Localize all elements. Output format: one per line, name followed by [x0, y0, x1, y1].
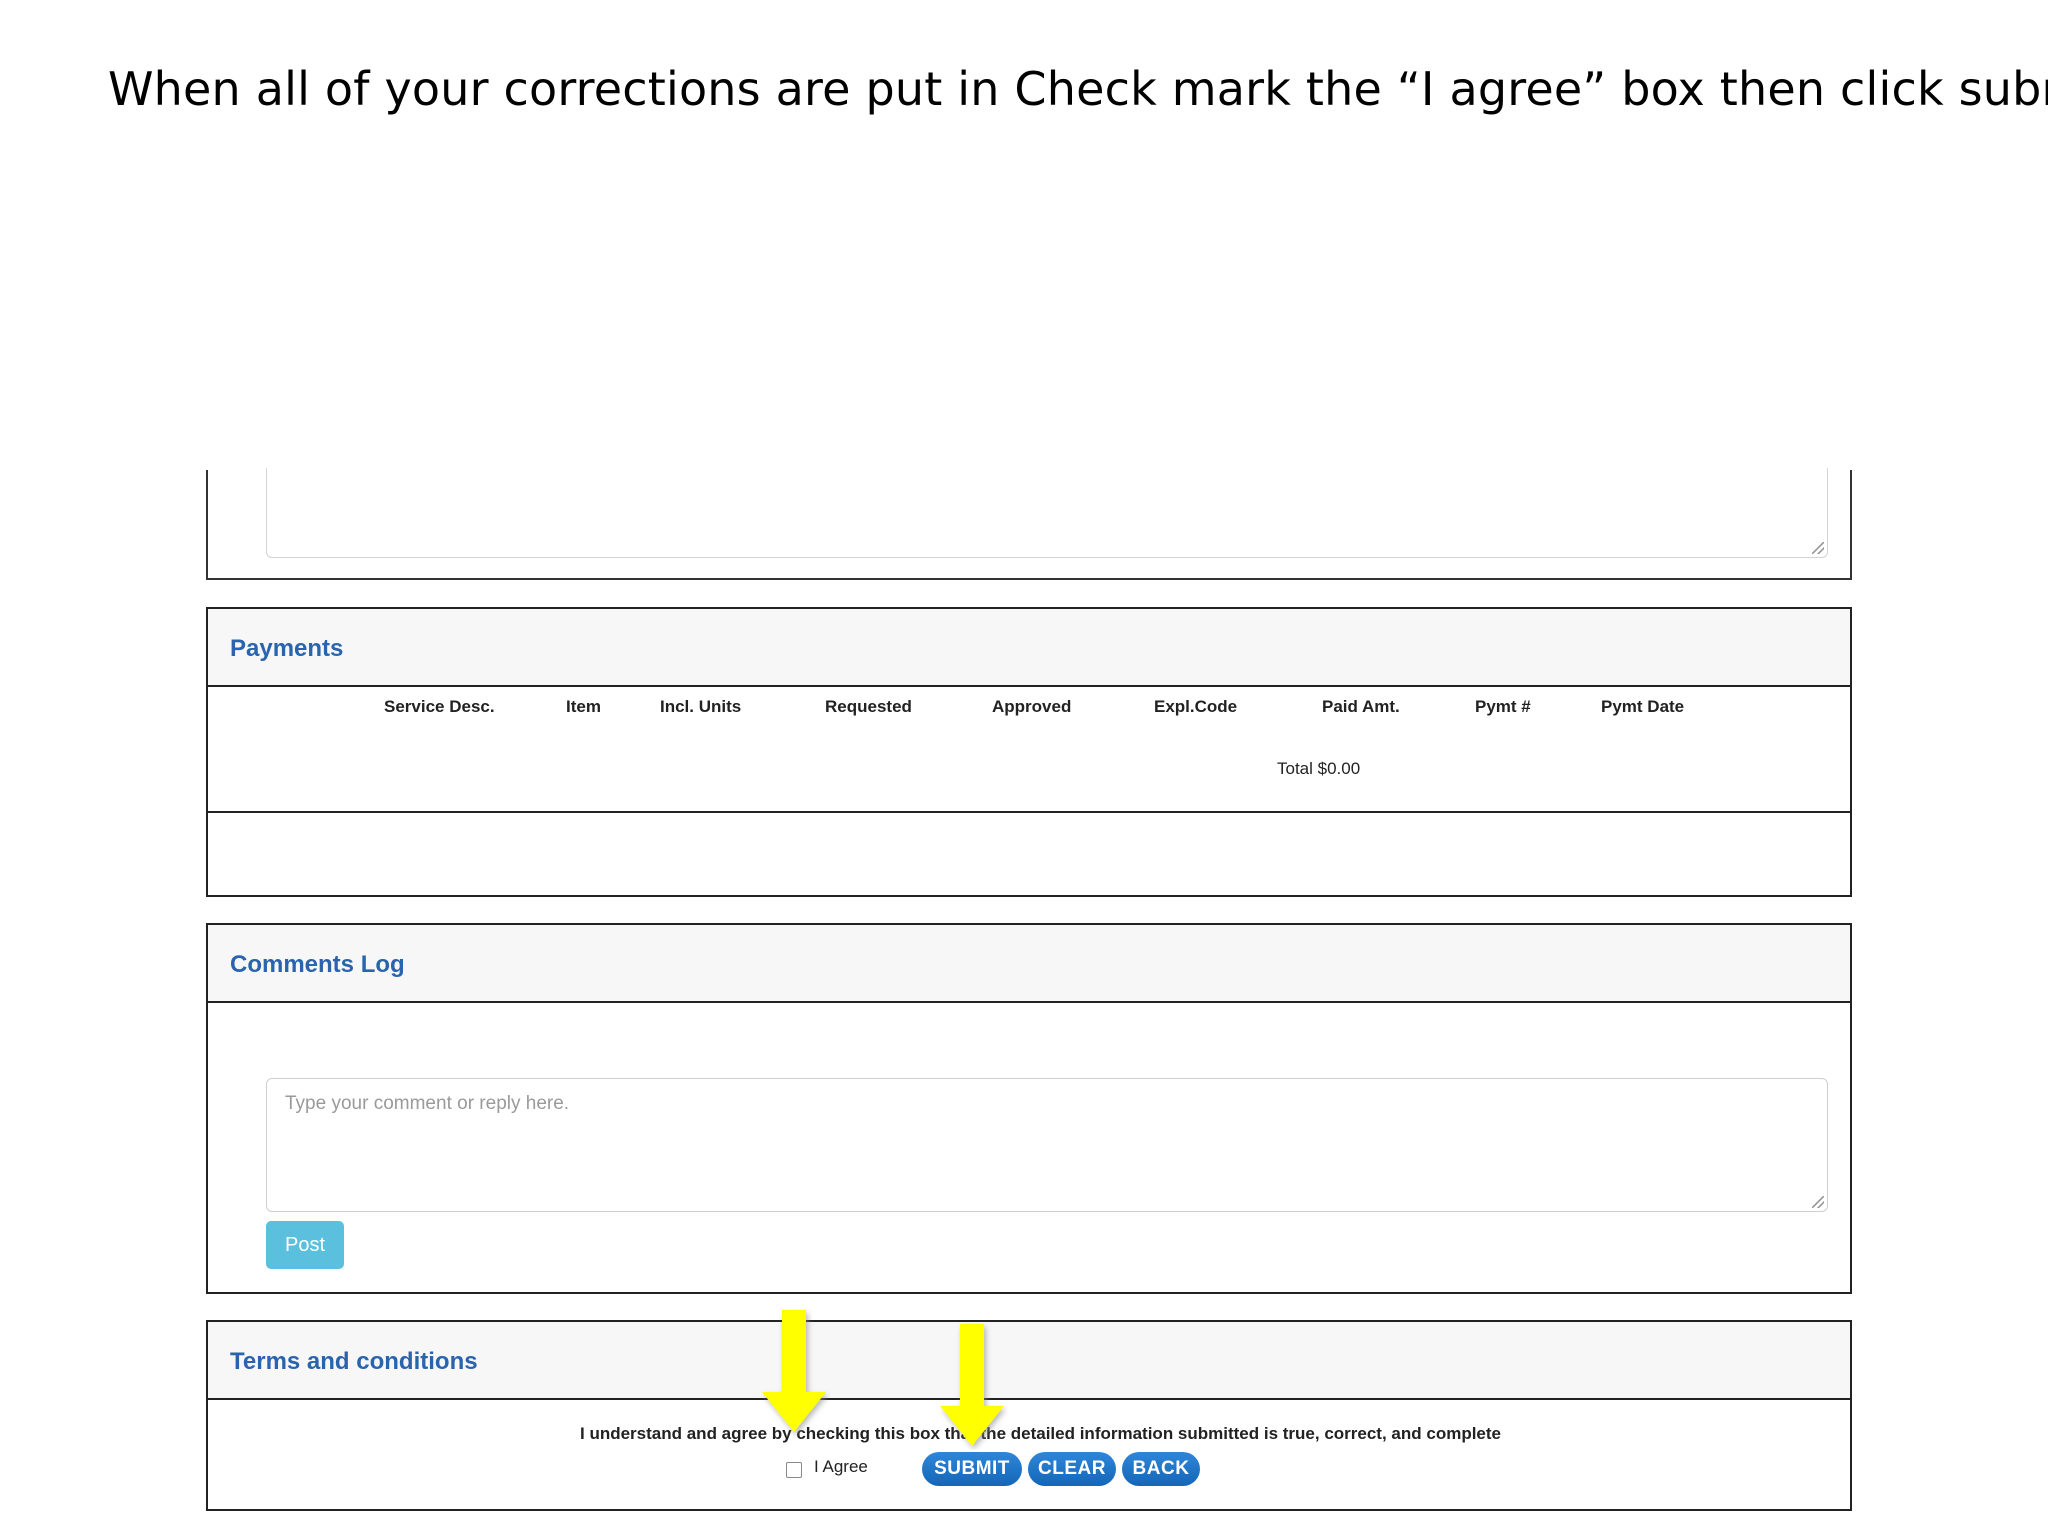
previous-section-panel: [206, 468, 1852, 580]
col-expl-code: Expl.Code: [1154, 697, 1238, 716]
col-requested: Requested: [825, 697, 912, 716]
comments-title: Comments Log: [230, 951, 405, 978]
post-button[interactable]: Post: [266, 1221, 344, 1269]
payments-header: Payments: [208, 609, 1850, 687]
terms-title: Terms and conditions: [230, 1348, 478, 1375]
slide-instruction: When all of your corrections are put in …: [108, 62, 2048, 116]
col-pymt-num: Pymt #: [1475, 697, 1531, 716]
payments-panel: Payments Service Desc. Item Incl. Units …: [206, 607, 1852, 897]
terms-statement: I understand and agree by checking this …: [580, 1424, 1501, 1443]
comment-input[interactable]: Type your comment or reply here.: [266, 1078, 1828, 1212]
col-pymt-date: Pymt Date: [1601, 697, 1685, 716]
down-arrow-icon: [762, 1310, 826, 1432]
payments-title: Payments: [230, 635, 344, 662]
resize-grip-icon[interactable]: [1812, 1196, 1824, 1208]
col-incl-units: Incl. Units: [660, 697, 742, 716]
col-item: Item: [566, 697, 601, 716]
down-arrow-icon: [940, 1324, 1004, 1446]
comments-panel: Comments Log Type your comment or reply …: [206, 923, 1852, 1294]
col-service-desc: Service Desc.: [384, 697, 495, 716]
previous-textarea[interactable]: [266, 468, 1828, 558]
comment-placeholder: Type your comment or reply here.: [285, 1093, 570, 1114]
payments-divider: [208, 811, 1850, 813]
agree-checkbox[interactable]: [786, 1462, 802, 1478]
col-paid-amt: Paid Amt.: [1322, 697, 1400, 716]
comments-header: Comments Log: [208, 925, 1850, 1003]
clear-button[interactable]: CLEAR: [1028, 1452, 1116, 1486]
submit-button[interactable]: SUBMIT: [922, 1452, 1022, 1486]
agree-label[interactable]: I Agree: [814, 1457, 868, 1477]
col-approved: Approved: [992, 697, 1072, 716]
resize-grip-icon[interactable]: [1812, 542, 1824, 554]
back-button[interactable]: BACK: [1122, 1452, 1200, 1486]
terms-panel: Terms and conditions I understand and ag…: [206, 1320, 1852, 1511]
payments-total: Total $0.00: [1277, 759, 1361, 778]
terms-header: Terms and conditions: [208, 1322, 1850, 1400]
payments-column-headers: Service Desc. Item Incl. Units Requested…: [208, 689, 1850, 719]
